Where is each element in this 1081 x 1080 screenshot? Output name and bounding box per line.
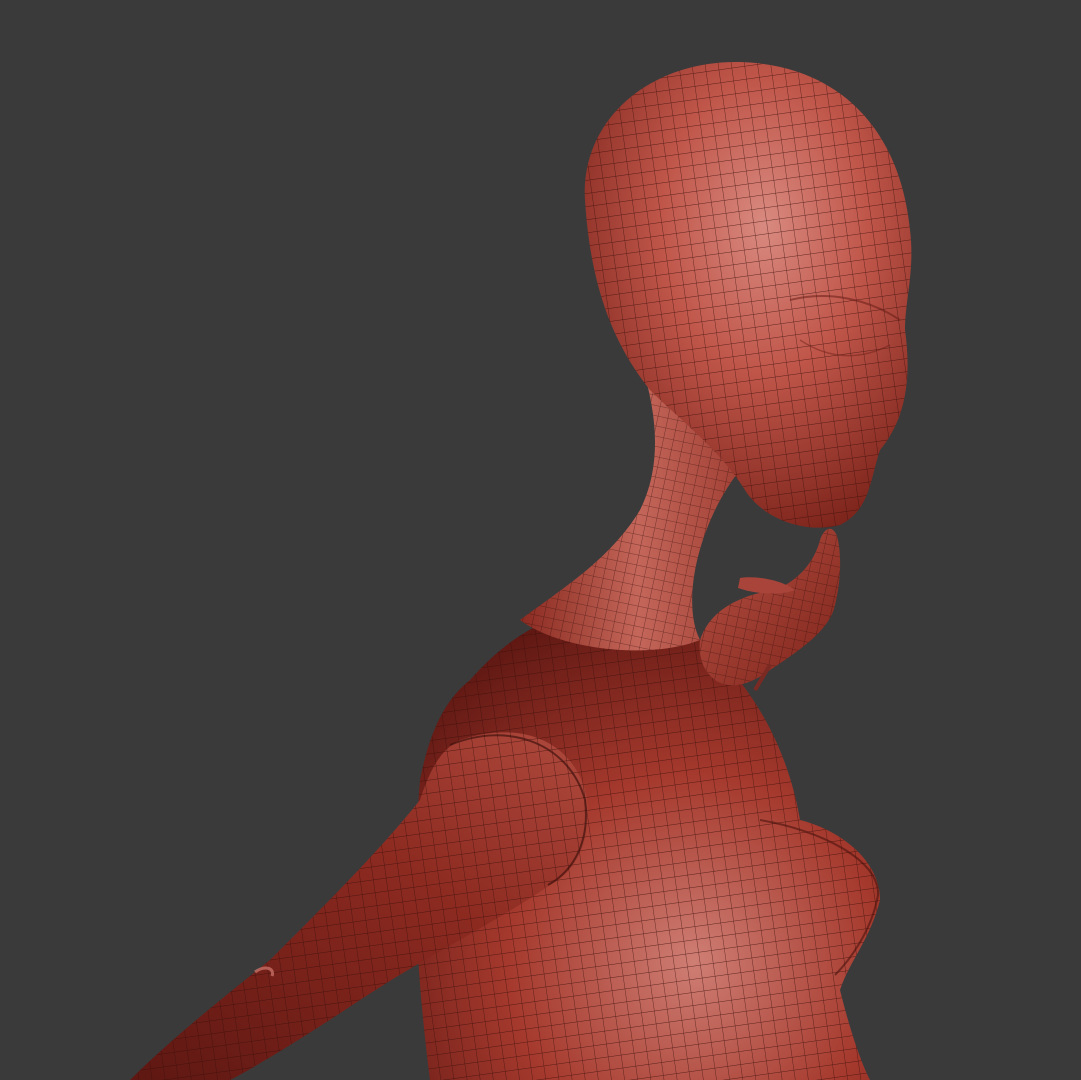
- model-render: [130, 61, 912, 1080]
- 3d-viewport[interactable]: [0, 0, 1081, 1080]
- head-mesh: [584, 61, 912, 528]
- hand-mesh: [699, 528, 841, 692]
